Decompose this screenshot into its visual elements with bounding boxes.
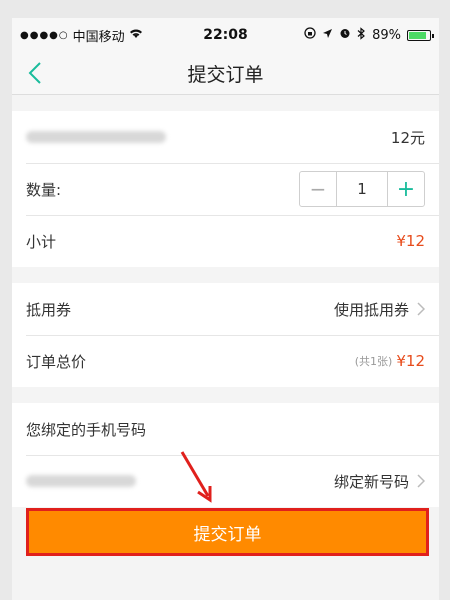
quantity-label: 数量: xyxy=(26,180,62,199)
battery-icon xyxy=(407,29,434,41)
item-price: 12元 xyxy=(390,128,425,147)
ticket-count-note: (共1张) xyxy=(354,355,393,368)
rotation-lock-icon xyxy=(304,27,316,43)
chevron-right-icon xyxy=(417,474,425,488)
bluetooth-icon xyxy=(357,26,366,44)
use-voucher-link[interactable]: 使用抵用券 xyxy=(334,299,409,320)
quantity-stepper-wrap: − 1 + xyxy=(299,171,425,207)
phone-label-row: 您绑定的手机号码 xyxy=(12,403,439,455)
back-button[interactable] xyxy=(22,60,48,86)
payment-card: 抵用券 使用抵用券 订单总价 (共1张) ¥12 xyxy=(12,283,439,387)
submit-order-button[interactable]: 提交订单 xyxy=(26,508,429,556)
location-icon xyxy=(322,28,333,43)
voucher-action-wrap: 使用抵用券 xyxy=(334,299,425,320)
quantity-row: 数量: − 1 + xyxy=(12,163,439,215)
carrier-name: 中国移动 xyxy=(72,29,125,45)
phone-number-row[interactable]: 绑定新号码 xyxy=(12,455,439,507)
status-bar: ●●●●○ 中国移动 22:08 89% xyxy=(12,18,439,52)
voucher-row[interactable]: 抵用券 使用抵用券 xyxy=(12,283,439,335)
bind-new-number-wrap: 绑定新号码 xyxy=(334,471,425,492)
signal-icon: ●●●●○ xyxy=(20,29,69,41)
bound-phone-label: 您绑定的手机号码 xyxy=(26,420,147,439)
red-arrow-annotation-icon xyxy=(180,451,212,503)
alarm-icon xyxy=(339,27,351,43)
quantity-value[interactable]: 1 xyxy=(337,172,387,206)
total-label: 订单总价 xyxy=(26,352,87,371)
total-row: 订单总价 (共1张) ¥12 xyxy=(12,335,439,387)
decrease-button[interactable]: − xyxy=(300,172,337,206)
quantity-stepper: − 1 + xyxy=(299,171,425,207)
battery-percent: 89% xyxy=(372,27,401,43)
status-right: 89% xyxy=(304,26,434,44)
subtotal-label: 小计 xyxy=(26,232,57,251)
subtotal-row: 小计 ¥12 xyxy=(12,215,439,267)
increase-button[interactable]: + xyxy=(387,172,424,206)
wifi-icon xyxy=(129,28,143,43)
total-value-wrap: (共1张) ¥12 xyxy=(355,352,425,370)
subtotal-value: ¥12 xyxy=(396,232,425,250)
voucher-label: 抵用券 xyxy=(26,300,72,319)
nav-bar: 提交订单 xyxy=(12,52,439,95)
phone-number-blurred xyxy=(26,475,136,487)
page-title: 提交订单 xyxy=(187,63,264,86)
total-value: ¥12 xyxy=(396,352,425,370)
item-name-blurred xyxy=(26,131,166,143)
status-left: ●●●●○ 中国移动 xyxy=(20,26,143,45)
item-row: 12元 xyxy=(12,111,439,163)
submit-area: 提交订单 xyxy=(26,508,450,556)
chevron-left-icon xyxy=(28,62,41,84)
order-card: 12元 数量: − 1 + 小计 ¥12 xyxy=(12,111,439,267)
phone-card: 您绑定的手机号码 绑定新号码 xyxy=(12,403,439,507)
bind-new-number-link[interactable]: 绑定新号码 xyxy=(334,471,409,492)
chevron-right-icon xyxy=(417,302,425,316)
